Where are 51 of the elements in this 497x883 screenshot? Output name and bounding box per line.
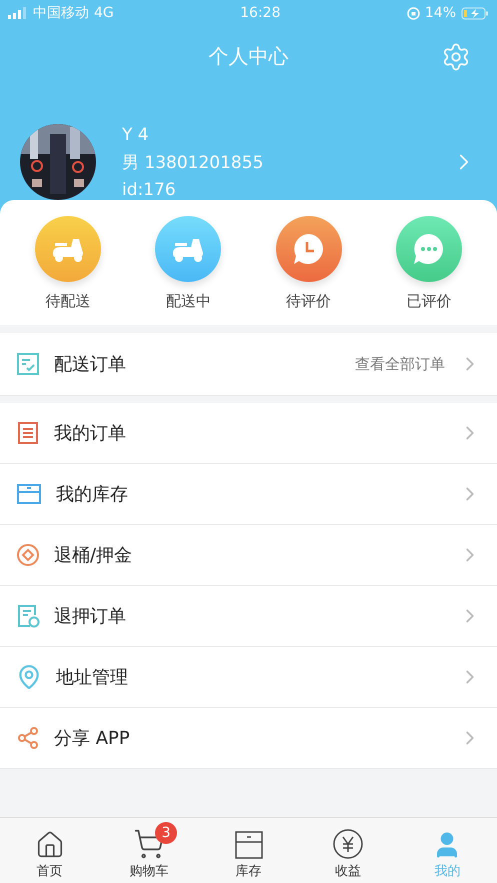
settings-icon[interactable]: [441, 42, 471, 72]
battery-percent: 14%: [424, 5, 456, 21]
row-label: 地址管理: [56, 666, 129, 689]
yen-coin-icon: [332, 828, 364, 860]
share-icon: [16, 726, 40, 750]
menu-row[interactable]: 我的库存: [0, 464, 497, 525]
clock-time: 16:28: [240, 5, 280, 21]
menu-row[interactable]: 分享 APP: [0, 708, 497, 769]
signal-icon: [8, 7, 28, 19]
status-label: 已评价: [406, 292, 452, 311]
list-icon: [16, 421, 40, 445]
tab-item[interactable]: 库存: [198, 818, 298, 883]
checklist-icon: [16, 352, 40, 376]
box-icon: [234, 830, 264, 860]
menu-row[interactable]: 地址管理: [0, 647, 497, 708]
rotation-lock-icon: [406, 6, 420, 20]
tab-item[interactable]: 首页: [0, 818, 100, 883]
row-label: 我的库存: [56, 483, 129, 506]
row-label: 分享 APP: [54, 727, 131, 750]
status-label: 配送中: [166, 292, 211, 311]
coin-icon: [16, 543, 40, 567]
battery-charging-icon: [461, 6, 489, 20]
tab-item[interactable]: 收益: [298, 818, 398, 883]
menu-row[interactable]: 我的订单: [0, 403, 497, 464]
network-type: 4G: [94, 5, 114, 21]
gender-phone: 男 13801201855: [122, 152, 264, 174]
row-label: 退押订单: [54, 605, 127, 628]
chat-bubble-icon: [412, 232, 446, 266]
carrier-name: 中国移动: [33, 4, 89, 22]
status-label: 待评价: [286, 292, 332, 311]
user-name: Y 4: [122, 124, 150, 144]
tab-label: 收益: [334, 863, 361, 880]
delivery-orders-row[interactable]: 配送订单 查看全部订单: [0, 333, 497, 396]
box-icon: [16, 482, 42, 506]
clock-bubble-icon: [292, 232, 326, 266]
tab-label: 我的: [434, 863, 460, 880]
menu-row[interactable]: 退押订单: [0, 586, 497, 647]
tab-item[interactable]: 购物车 3: [99, 818, 199, 883]
page-title: 个人中心: [208, 42, 288, 70]
status-label: 待配送: [46, 292, 91, 311]
tab-label: 库存: [236, 863, 262, 880]
receipt-icon: [16, 604, 40, 628]
user-id: id:176: [122, 180, 177, 200]
menu-row[interactable]: 退桶/押金: [0, 525, 497, 586]
tab-label: 首页: [36, 863, 63, 880]
view-all-orders-link[interactable]: 查看全部订单: [355, 354, 445, 374]
tab-label: 购物车: [130, 863, 169, 880]
row-label: 配送订单: [54, 353, 127, 376]
count-badge: 3: [155, 822, 178, 844]
row-label: 我的订单: [54, 422, 127, 445]
row-label: 退桶/押金: [54, 544, 134, 567]
